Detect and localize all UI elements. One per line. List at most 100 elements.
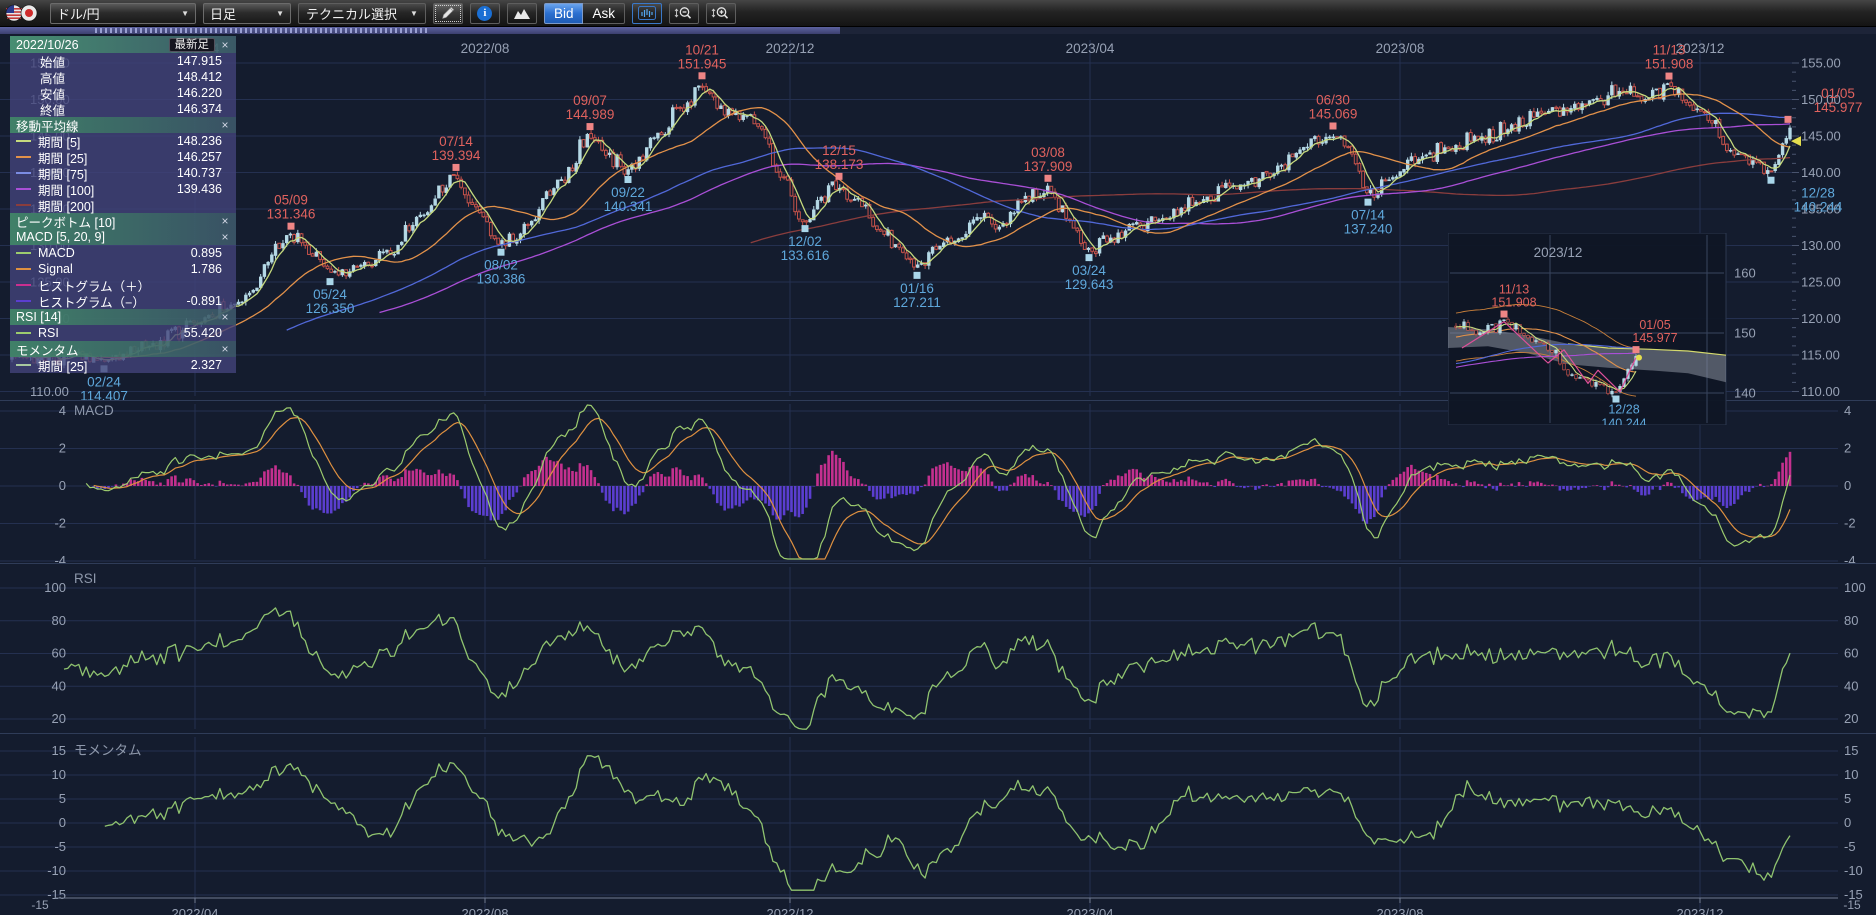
svg-text:133.616: 133.616 (781, 248, 830, 263)
svg-text:114.407: 114.407 (80, 388, 128, 400)
zoom-in-icon (711, 5, 730, 21)
currency-pair-flags-icon (5, 4, 43, 22)
svg-text:2022/04: 2022/04 (172, 906, 219, 915)
pair-select[interactable]: ドル/円 ▼ (50, 3, 196, 24)
svg-text:2022/12: 2022/12 (767, 906, 814, 915)
close-icon[interactable]: × (218, 38, 232, 52)
svg-text:130.00: 130.00 (1801, 238, 1841, 253)
close-icon[interactable]: × (218, 214, 232, 228)
svg-text:0: 0 (59, 478, 66, 493)
svg-text:03/24: 03/24 (1072, 263, 1106, 278)
ask-button[interactable]: Ask (583, 3, 625, 24)
series-color-swatch (16, 172, 31, 174)
svg-text:138.173: 138.173 (815, 157, 864, 172)
momentum-panel-canvas[interactable]: 151510105500-5-5-10-10-15-15モメンタム2022/04… (0, 733, 1876, 915)
tick-chart-icon (638, 6, 656, 20)
svg-text:20: 20 (52, 711, 66, 726)
svg-text:RSI: RSI (74, 571, 97, 586)
svg-text:60: 60 (52, 646, 66, 661)
close-icon[interactable]: × (218, 310, 232, 324)
svg-text:11/13: 11/13 (1499, 283, 1529, 297)
svg-text:140.00: 140.00 (1801, 165, 1841, 180)
svg-text:151.908: 151.908 (1645, 57, 1694, 72)
svg-text:145.977: 145.977 (1814, 100, 1863, 115)
crosshair-date: 2022/10/26 (16, 38, 79, 52)
svg-text:-5: -5 (1844, 839, 1856, 854)
technical-select-button[interactable]: テクニカル選択 ▼ (298, 3, 426, 24)
series-color-swatch (16, 252, 31, 254)
svg-text:160: 160 (1734, 266, 1756, 281)
svg-text:100: 100 (1844, 580, 1866, 595)
svg-text:155.00: 155.00 (1801, 56, 1841, 71)
svg-text:06/30: 06/30 (1316, 92, 1350, 107)
svg-text:137.909: 137.909 (1024, 159, 1073, 174)
svg-text:2023/12: 2023/12 (1677, 906, 1724, 915)
svg-text:40: 40 (52, 678, 66, 693)
svg-text:2023/04: 2023/04 (1066, 41, 1115, 56)
svg-text:05/09: 05/09 (274, 193, 308, 208)
svg-text:15: 15 (52, 743, 66, 758)
svg-text:03/08: 03/08 (1031, 145, 1065, 160)
svg-text:110.00: 110.00 (1801, 384, 1840, 399)
series-color-swatch (16, 364, 31, 366)
svg-text:02/24: 02/24 (87, 374, 121, 389)
info-panel-date-header: 2022/10/26 最新足× (10, 36, 236, 53)
svg-text:151.908: 151.908 (1491, 296, 1536, 310)
info-button[interactable]: i (470, 3, 500, 24)
indicator-row: MACD0.895 (10, 245, 236, 261)
svg-text:127.211: 127.211 (893, 295, 941, 310)
svg-text:-2: -2 (54, 516, 66, 531)
inset-mini-chart[interactable]: 1601501402023/1211/13151.90801/05145.977… (1448, 233, 1768, 425)
bid-button[interactable]: Bid (544, 3, 584, 24)
bid-ask-toggle: Bid Ask (544, 3, 625, 24)
svg-text:140.244: 140.244 (1601, 417, 1646, 425)
zoom-in-button[interactable] (706, 3, 736, 24)
svg-text:5: 5 (1844, 791, 1851, 806)
chevron-down-icon: ▼ (181, 9, 189, 18)
draw-tool-button[interactable] (433, 3, 463, 24)
svg-text:01/05: 01/05 (1821, 86, 1855, 101)
svg-text:10/21: 10/21 (685, 42, 719, 57)
svg-text:2: 2 (1844, 441, 1851, 456)
area-chart-button[interactable] (507, 3, 537, 24)
svg-text:12/15: 12/15 (822, 143, 856, 158)
svg-text:-4: -4 (54, 553, 66, 563)
svg-text:126.350: 126.350 (306, 301, 355, 316)
indicator-section-header: MACD [5, 20, 9]× (10, 229, 236, 245)
chart-scrollbar[interactable] (0, 27, 1876, 34)
svg-text:139.394: 139.394 (432, 148, 481, 163)
zoom-out-button[interactable] (669, 3, 699, 24)
svg-text:08/02: 08/02 (484, 258, 518, 273)
svg-text:10: 10 (52, 767, 66, 782)
series-color-swatch (16, 284, 31, 286)
latest-bar-button[interactable]: 最新足 (169, 38, 216, 52)
svg-text:2: 2 (59, 441, 66, 456)
rsi-panel-canvas[interactable]: 1001008080606040402020RSI (0, 563, 1876, 733)
svg-text:11/13: 11/13 (1653, 43, 1686, 58)
svg-text:145.977: 145.977 (1632, 331, 1677, 345)
svg-text:100: 100 (44, 580, 66, 595)
svg-text:2023/12: 2023/12 (1534, 245, 1583, 260)
svg-text:2023/04: 2023/04 (1067, 906, 1114, 915)
svg-text:-10: -10 (1844, 863, 1863, 878)
tick-chart-button[interactable] (632, 3, 662, 24)
svg-text:0: 0 (59, 815, 66, 830)
scrollbar-thumb[interactable] (95, 28, 430, 33)
close-icon[interactable]: × (218, 342, 232, 356)
svg-text:-15: -15 (31, 898, 49, 912)
series-color-swatch (16, 188, 31, 190)
svg-text:-15: -15 (47, 887, 66, 902)
svg-text:10: 10 (1844, 767, 1858, 782)
close-icon[interactable]: × (218, 230, 232, 244)
technical-select-label: テクニカル選択 (306, 4, 397, 23)
indicator-section-header: RSI [14]× (10, 309, 236, 325)
series-color-swatch (16, 300, 31, 302)
us-flag-icon (6, 5, 22, 21)
indicator-row: ヒストグラム（−）-0.891 (10, 293, 236, 309)
svg-text:140.244: 140.244 (1794, 200, 1843, 215)
close-icon[interactable]: × (218, 118, 232, 132)
svg-text:2022/08: 2022/08 (461, 41, 510, 56)
svg-text:140.341: 140.341 (604, 199, 653, 214)
timeframe-select[interactable]: 日足 ▼ (203, 3, 291, 24)
svg-text:150: 150 (1734, 326, 1756, 341)
